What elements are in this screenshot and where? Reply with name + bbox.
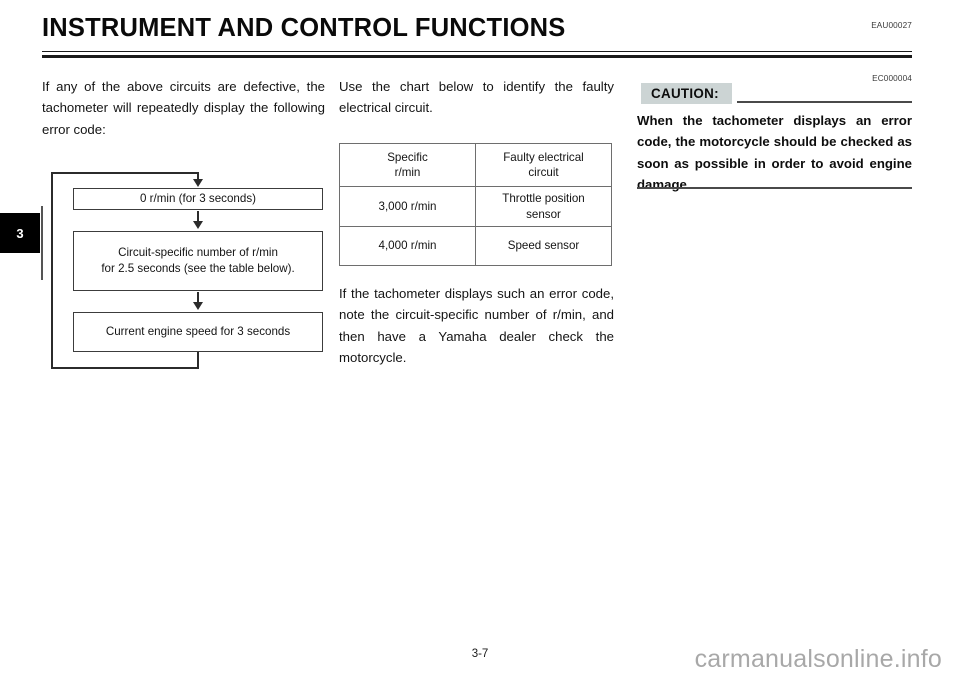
flowchart-loop-top-line bbox=[51, 172, 199, 174]
flowchart-step-2-line-2: for 2.5 seconds (see the table below). bbox=[101, 262, 295, 275]
fault-identification-table: Specific r/min Faulty electrical circuit… bbox=[339, 143, 612, 266]
table-header-specific-rpm: Specific r/min bbox=[339, 143, 476, 187]
flowchart-arrow-down-icon bbox=[193, 221, 203, 229]
flowchart-loop-right-line bbox=[197, 352, 199, 369]
table-cell-circuit-line-2: sensor bbox=[526, 207, 561, 221]
watermark: carmanualsonline.info bbox=[694, 645, 942, 673]
flowchart-loop-left-line bbox=[51, 172, 53, 369]
error-code-flowchart: 0 r/min (for 3 seconds) Circuit-specific… bbox=[42, 148, 327, 373]
table-header-specific-rpm-line-1: Specific bbox=[387, 150, 428, 164]
middle-column: Use the chart below to identify the faul… bbox=[339, 76, 614, 119]
header-rule-thick bbox=[42, 55, 912, 58]
table-row: 4,000 r/min Speed sensor bbox=[339, 226, 612, 266]
table-header-faulty-circuit: Faulty electrical circuit bbox=[475, 143, 612, 187]
caution-text: When the tachometer displays an error co… bbox=[637, 113, 912, 192]
chapter-tab-3[interactable]: 3 bbox=[0, 213, 40, 253]
table-header-faulty-circuit-line-1: Faulty electrical bbox=[503, 150, 584, 164]
flowchart-arrow-down-icon bbox=[193, 179, 203, 187]
flowchart-step-3: Current engine speed for 3 seconds bbox=[73, 312, 323, 352]
caution-rule-bottom bbox=[637, 187, 912, 189]
page-header: INSTRUMENT AND CONTROL FUNCTIONS EAU0002… bbox=[0, 0, 960, 60]
flowchart-step-2: Circuit-specific number of r/min for 2.5… bbox=[73, 231, 323, 291]
chapter-tab-number: 3 bbox=[16, 225, 24, 241]
flowchart-step-2-line-1: Circuit-specific number of r/min bbox=[118, 245, 278, 259]
table-cell-rpm: 4,000 r/min bbox=[339, 226, 476, 266]
table-header-row: Specific r/min Faulty electrical circuit bbox=[339, 143, 612, 187]
flowchart-step-2-text: Circuit-specific number of r/min for 2.5… bbox=[101, 245, 294, 278]
caution-badge: CAUTION: bbox=[641, 83, 732, 104]
middle-column-paragraph-1: Use the chart below to identify the faul… bbox=[339, 79, 614, 116]
header-reference-code: EAU00027 bbox=[871, 21, 912, 30]
table-header-faulty-circuit-line-2: circuit bbox=[528, 166, 559, 179]
flowchart-step-1-label: 0 r/min (for 3 seconds) bbox=[140, 191, 256, 205]
caution-badge-label: CAUTION: bbox=[651, 86, 719, 101]
caution-reference-code: EC000004 bbox=[872, 74, 912, 83]
header-rule-thin bbox=[42, 51, 912, 52]
left-column-paragraph: If any of the above circuits are defecti… bbox=[42, 79, 325, 137]
left-column: If any of the above circuits are defecti… bbox=[42, 76, 325, 140]
middle-column-paragraph-2: If the tachometer displays such an error… bbox=[339, 286, 614, 365]
flowchart-step-1: 0 r/min (for 3 seconds) bbox=[73, 188, 323, 210]
caution-rule-top bbox=[737, 101, 912, 103]
flowchart-arrow-down-icon bbox=[193, 302, 203, 310]
table-header-specific-rpm-line-2: r/min bbox=[394, 166, 421, 179]
flowchart-step-3-label: Current engine speed for 3 seconds bbox=[105, 324, 291, 338]
table-row: 3,000 r/min Throttle position sensor bbox=[339, 186, 612, 227]
table-cell-circuit: Speed sensor bbox=[475, 226, 612, 266]
table-cell-rpm: 3,000 r/min bbox=[339, 186, 476, 227]
page-title: INSTRUMENT AND CONTROL FUNCTIONS bbox=[42, 14, 566, 42]
table-cell-circuit: Throttle position sensor bbox=[475, 186, 612, 227]
table-cell-circuit-line-1: Throttle position bbox=[502, 192, 585, 205]
flowchart-loop-bottom-line bbox=[51, 367, 199, 369]
